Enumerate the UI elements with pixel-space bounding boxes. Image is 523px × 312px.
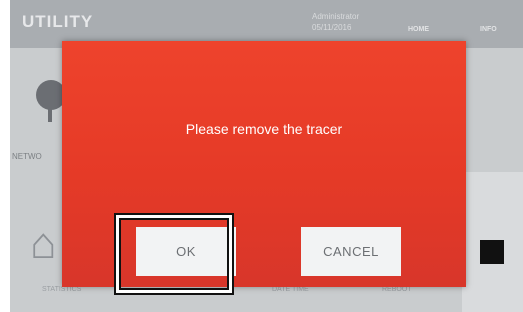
- dialog-message: Please remove the tracer: [185, 121, 343, 137]
- user-info: Administrator 05/11/2016: [312, 11, 359, 33]
- current-date: 05/11/2016: [312, 23, 352, 32]
- page-title: UTILITY: [22, 12, 94, 31]
- user-name: Administrator: [312, 12, 360, 21]
- reboot-label: REBOOT: [382, 286, 412, 293]
- network-label: NETWO: [12, 152, 42, 161]
- highlight-box: [114, 213, 234, 295]
- statistics-label: STATISTICS: [42, 286, 82, 293]
- square-indicator: [480, 240, 504, 264]
- home-icon[interactable]: ⌂: [30, 222, 57, 266]
- screen: UTILITY Administrator 05/11/2016 HOME IN…: [0, 0, 523, 312]
- datetime-label: DATE TIME: [272, 286, 309, 293]
- home-button[interactable]: HOME: [408, 26, 429, 33]
- utility-screen: UTILITY Administrator 05/11/2016 HOME IN…: [10, 0, 523, 312]
- cancel-button[interactable]: CANCEL: [301, 227, 401, 276]
- info-button[interactable]: INFO: [480, 26, 497, 33]
